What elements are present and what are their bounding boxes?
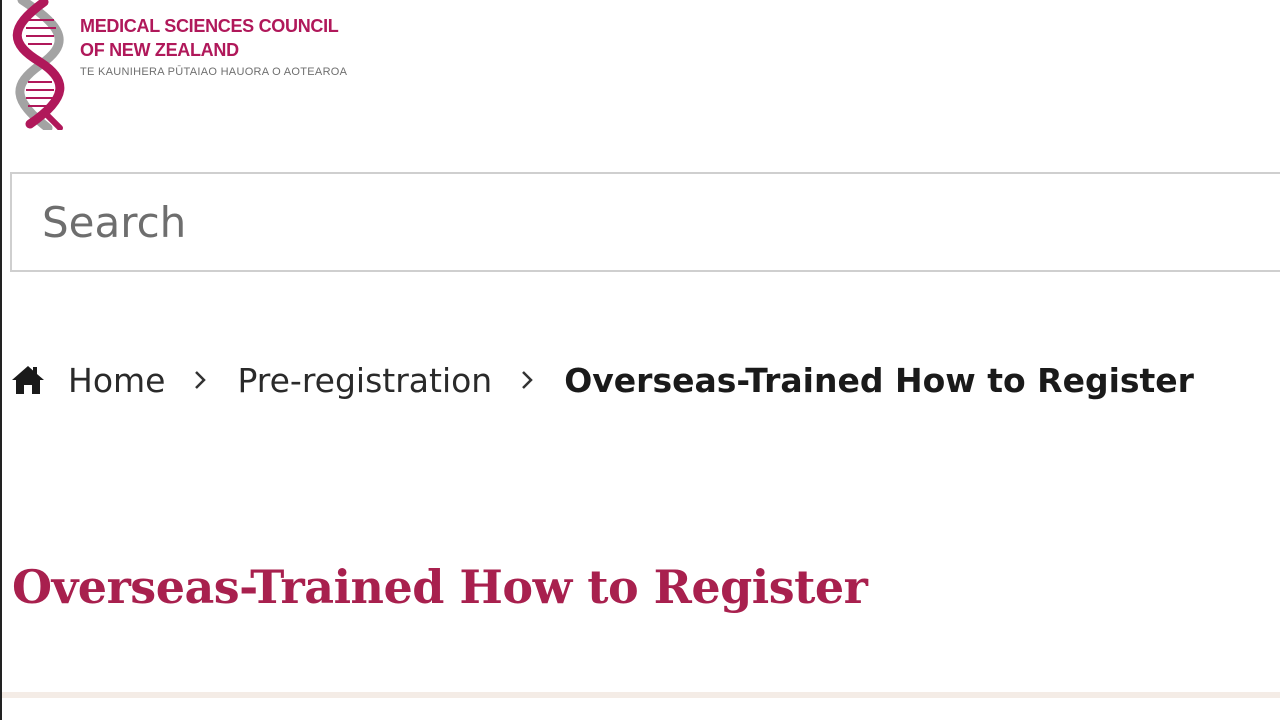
breadcrumb-home[interactable]: Home	[68, 361, 165, 400]
search-box	[10, 172, 1280, 272]
logo-text: MEDICAL SCIENCES COUNCIL OF NEW ZEALAND …	[80, 0, 347, 82]
site-logo[interactable]: MEDICAL SCIENCES COUNCIL OF NEW ZEALAND …	[8, 0, 347, 130]
section-divider	[2, 692, 1280, 698]
breadcrumb-pre-registration[interactable]: Pre-registration	[237, 361, 492, 400]
logo-line-1: MEDICAL SCIENCES COUNCIL	[80, 16, 339, 36]
dna-logo-icon	[12, 0, 65, 130]
chevron-right-icon	[193, 366, 209, 394]
breadcrumb: Home Pre-registration Overseas-Trained H…	[10, 352, 1194, 408]
search-input[interactable]	[12, 174, 1280, 270]
logo-line-2: OF NEW ZEALAND	[80, 40, 239, 60]
breadcrumb-current: Overseas-Trained How to Register	[564, 360, 1194, 400]
home-icon[interactable]	[10, 363, 46, 397]
page-title: Overseas-Trained How to Register	[12, 560, 868, 614]
logo-tagline: TE KAUNIHERA PŪTAIAO HAUORA O AOTEAROA	[80, 66, 348, 78]
page: MEDICAL SCIENCES COUNCIL OF NEW ZEALAND …	[0, 0, 1280, 720]
chevron-right-icon	[520, 366, 536, 394]
